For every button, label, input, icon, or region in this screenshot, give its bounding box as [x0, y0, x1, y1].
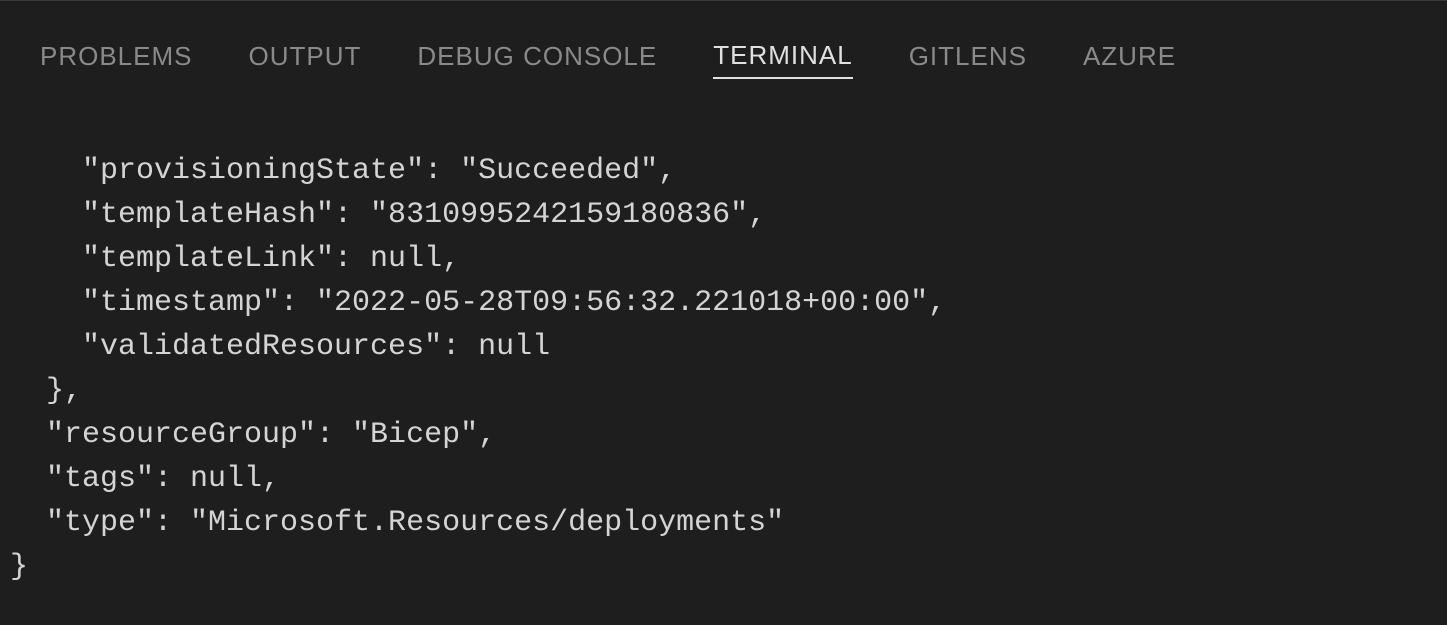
tab-problems[interactable]: PROBLEMS: [40, 41, 193, 78]
terminal-output[interactable]: "provisioningState": "Succeeded", "templ…: [0, 89, 1447, 589]
tab-output[interactable]: OUTPUT: [249, 41, 362, 78]
tab-terminal[interactable]: TERMINAL: [713, 40, 852, 79]
tab-azure[interactable]: AZURE: [1083, 41, 1176, 78]
tab-debug-console[interactable]: DEBUG CONSOLE: [417, 41, 657, 78]
tab-gitlens[interactable]: GITLENS: [909, 41, 1027, 78]
panel-tab-bar: PROBLEMS OUTPUT DEBUG CONSOLE TERMINAL G…: [0, 1, 1447, 89]
